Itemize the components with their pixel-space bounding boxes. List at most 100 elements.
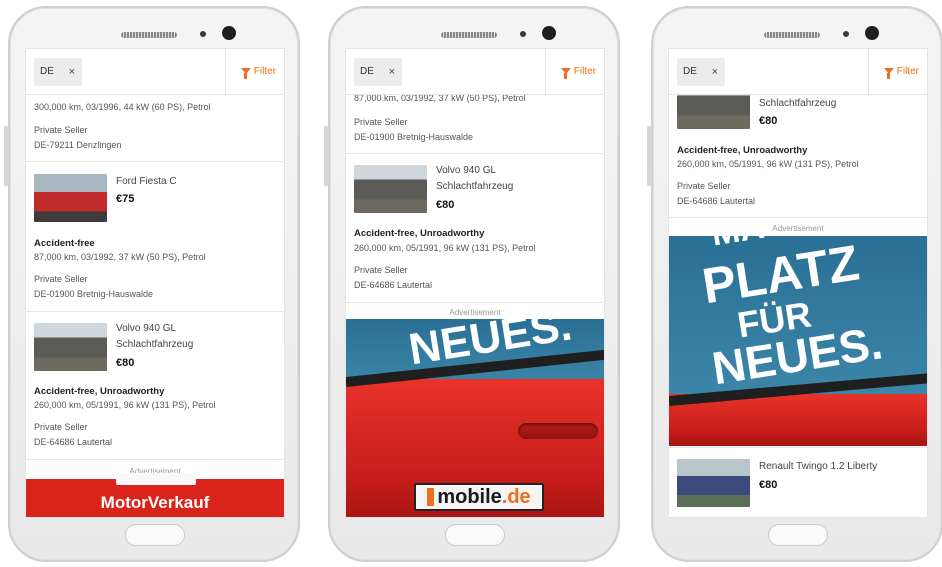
listing-thumbnail[interactable] xyxy=(34,323,107,371)
listing-title[interactable]: Volvo 940 GL xyxy=(436,163,496,178)
seller-location: DE-01900 Bretnig-Hauswalde xyxy=(34,289,154,299)
chip-label: DE xyxy=(360,66,374,77)
sensor-dot xyxy=(843,31,849,37)
brand-logo xyxy=(116,473,196,485)
front-camera xyxy=(865,26,879,40)
filter-button[interactable]: Filter xyxy=(240,49,276,95)
phone-screen-2: DE × Filter 87,000 km, 03/1992, 37 kW (5… xyxy=(345,48,605,518)
advertisement-banner[interactable]: MACH PLATZ FÜR NEUES. xyxy=(669,236,927,446)
volume-button xyxy=(324,126,329,186)
listing-title[interactable]: Volvo 940 GL xyxy=(116,321,176,336)
divider xyxy=(225,49,226,95)
divider xyxy=(26,459,284,460)
results-list[interactable]: Schlachtfahrzeug €80 Accident-free, Unro… xyxy=(669,81,927,517)
listing-details: 87,000 km, 03/1992, 37 kW (50 PS), Petro… xyxy=(34,252,206,262)
listing-price: €80 xyxy=(759,115,778,127)
sensor-dot xyxy=(200,31,206,37)
seller-location: DE-79211 Denzlingen xyxy=(34,140,122,150)
listing-condition: Accident-free, Unroadworthy xyxy=(354,228,485,239)
chip-label: DE xyxy=(683,66,697,77)
speaker-grille xyxy=(764,32,820,38)
seller-type: Private Seller xyxy=(354,117,408,127)
front-camera xyxy=(542,26,556,40)
ad-label: Advertisement xyxy=(772,224,824,233)
listing-condition: Accident-free, Unroadworthy xyxy=(34,386,165,397)
filter-button[interactable]: Filter xyxy=(883,49,919,95)
listing-details: 260,000 km, 05/1991, 96 kW (131 PS), Pet… xyxy=(677,159,859,169)
ad-text: MotorVerkauf xyxy=(100,493,210,512)
phone-screen-3: DE × Filter Schlachtfahrzeug €80 Acciden… xyxy=(668,48,928,518)
filter-label: Filter xyxy=(253,66,276,77)
seller-location: DE-64686 Lautertal xyxy=(677,196,756,206)
listing-condition: Accident-free xyxy=(34,238,95,249)
divider xyxy=(26,161,284,162)
filter-button[interactable]: Filter xyxy=(560,49,596,95)
search-filter-bar: DE × Filter xyxy=(346,49,604,95)
divider xyxy=(669,447,927,448)
sensor-dot xyxy=(520,31,526,37)
seller-type: Private Seller xyxy=(34,125,88,135)
mobile-de-logo: mobile.de xyxy=(414,483,544,511)
listing-condition: Accident-free, Unroadworthy xyxy=(677,145,808,156)
listing-title[interactable]: Renault Twingo 1.2 Liberty xyxy=(759,459,877,474)
home-button[interactable] xyxy=(768,524,828,546)
listing-details: 300,000 km, 03/1996, 44 kW (60 PS), Petr… xyxy=(34,102,211,112)
country-filter-chip[interactable]: DE × xyxy=(34,58,82,86)
volume-button xyxy=(647,126,652,186)
search-filter-bar: DE × Filter xyxy=(26,49,284,95)
divider xyxy=(26,311,284,312)
results-list[interactable]: 300,000 km, 03/1996, 44 kW (60 PS), Petr… xyxy=(26,95,284,517)
home-button[interactable] xyxy=(125,524,185,546)
seller-location: DE-64686 Lautertal xyxy=(354,280,433,290)
door-handle xyxy=(518,423,598,439)
phone-screen-1: DE × Filter 300,000 km, 03/1996, 44 kW (… xyxy=(25,48,285,518)
seller-type: Private Seller xyxy=(354,265,408,275)
phone-frame-1: DE × Filter 300,000 km, 03/1996, 44 kW (… xyxy=(4,6,300,562)
close-icon[interactable]: × xyxy=(69,58,75,86)
phone-frame-2: DE × Filter 87,000 km, 03/1992, 37 kW (5… xyxy=(324,6,620,562)
listing-price: €80 xyxy=(116,357,135,369)
listing-details: 260,000 km, 05/1991, 96 kW (131 PS), Pet… xyxy=(354,243,536,253)
seller-type: Private Seller xyxy=(34,274,88,284)
divider xyxy=(346,153,604,154)
listing-details: 260,000 km, 05/1991, 96 kW (131 PS), Pet… xyxy=(34,400,216,410)
seller-type: Private Seller xyxy=(677,181,731,191)
listing-price: €75 xyxy=(116,193,135,205)
funnel-icon xyxy=(240,68,251,79)
listing-subtitle[interactable]: Schlachtfahrzeug xyxy=(436,179,513,194)
listing-thumbnail[interactable] xyxy=(34,174,107,222)
country-filter-chip[interactable]: DE × xyxy=(354,58,402,86)
advertisement-banner[interactable]: NEUES. mobile.de xyxy=(346,319,604,517)
chip-label: DE xyxy=(40,66,54,77)
home-button[interactable] xyxy=(445,524,505,546)
advertisement-banner[interactable]: MotorVerkauf xyxy=(26,473,284,517)
listing-price: €80 xyxy=(436,199,455,211)
logo-mark xyxy=(427,488,435,506)
divider xyxy=(868,49,869,95)
listing-subtitle[interactable]: Schlachtfahrzeug xyxy=(759,96,836,111)
ad-label: Advertisement xyxy=(449,308,501,317)
logo-tld: .de xyxy=(501,486,531,508)
divider xyxy=(346,302,604,303)
country-filter-chip[interactable]: DE × xyxy=(677,58,725,86)
phone-frame-3: DE × Filter Schlachtfahrzeug €80 Acciden… xyxy=(647,6,942,562)
close-icon[interactable]: × xyxy=(389,58,395,86)
close-icon[interactable]: × xyxy=(712,58,718,86)
results-list[interactable]: 87,000 km, 03/1992, 37 kW (50 PS), Petro… xyxy=(346,93,604,517)
speaker-grille xyxy=(121,32,177,38)
listing-title[interactable]: Ford Fiesta C xyxy=(116,174,177,189)
filter-label: Filter xyxy=(573,66,596,77)
divider xyxy=(545,49,546,95)
funnel-icon xyxy=(560,68,571,79)
speaker-grille xyxy=(441,32,497,38)
seller-location: DE-64686 Lautertal xyxy=(34,437,113,447)
listing-thumbnail[interactable] xyxy=(677,459,750,507)
search-filter-bar: DE × Filter xyxy=(669,49,927,95)
seller-type: Private Seller xyxy=(34,422,88,432)
front-camera xyxy=(222,26,236,40)
listing-subtitle[interactable]: Schlachtfahrzeug xyxy=(116,337,193,352)
divider xyxy=(669,217,927,218)
listing-thumbnail[interactable] xyxy=(354,165,427,213)
listing-price: €80 xyxy=(759,479,778,491)
volume-button xyxy=(4,126,9,186)
